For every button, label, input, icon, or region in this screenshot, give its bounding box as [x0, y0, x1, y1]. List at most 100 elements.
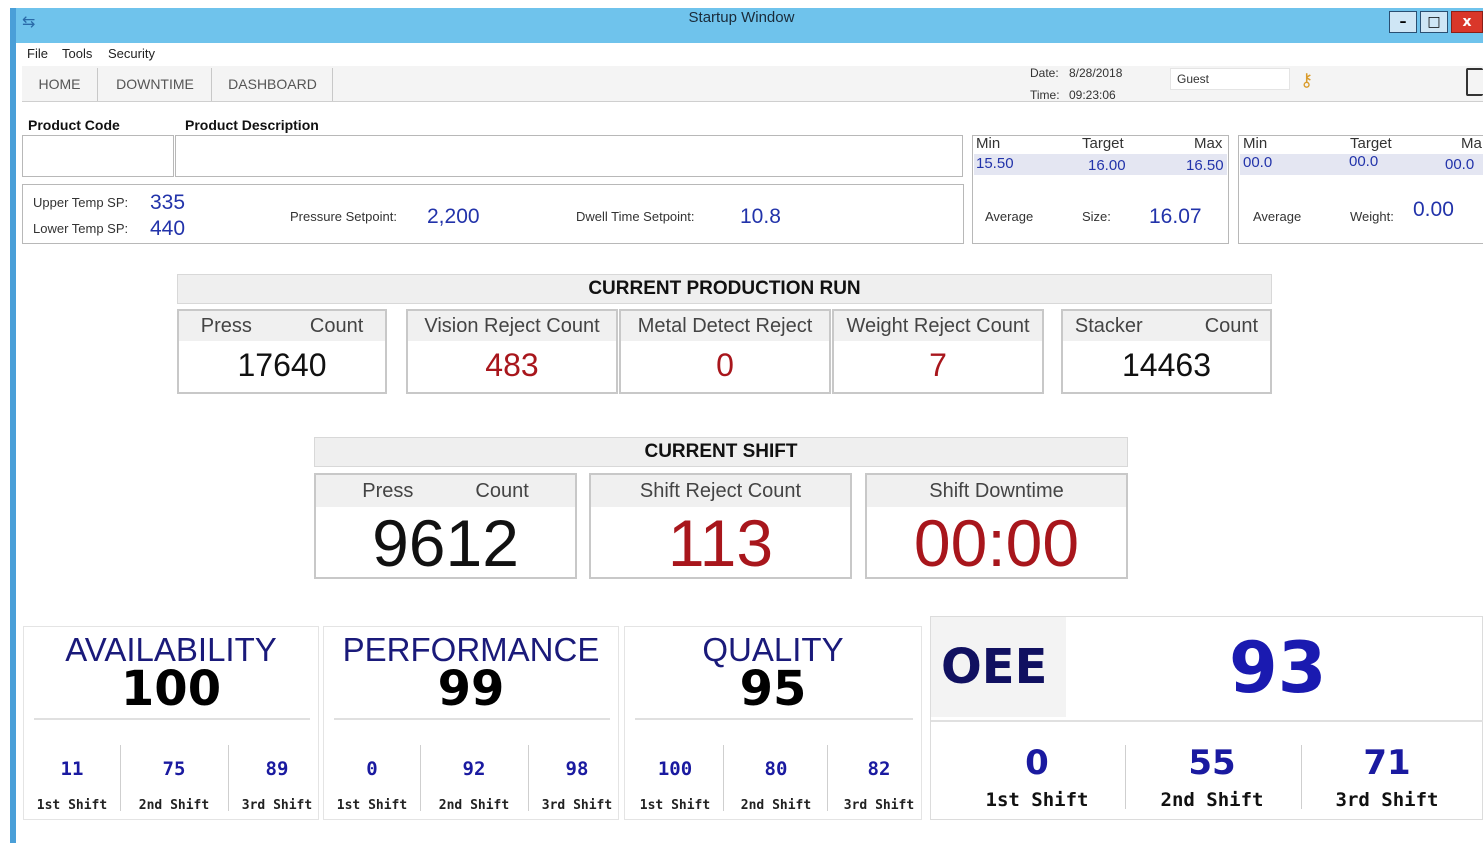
minimize-button[interactable]: – — [1389, 11, 1417, 33]
weight-max-label: Ma — [1461, 135, 1482, 152]
product-code-field[interactable] — [22, 135, 174, 177]
shift-reject-card: Shift Reject Count 113 — [589, 473, 852, 580]
performance-value: 99 — [437, 661, 505, 717]
user-field[interactable]: Guest — [1170, 68, 1290, 90]
close-button[interactable]: x — [1451, 11, 1483, 33]
size-average-value: 16.07 — [1149, 205, 1202, 228]
oee-shift-1: 0 1st Shift — [985, 743, 1089, 811]
divider — [420, 745, 421, 811]
performance-panel: PERFORMANCE 99 0 1st Shift 92 2nd Shift 98… — [323, 626, 619, 820]
quality-panel: QUALITY 95 100 1st Shift 80 2nd Shift 82 3r… — [624, 626, 922, 820]
weight-max-value: 00.0 — [1445, 156, 1475, 173]
availability-shift-3: 89 3rd Shift — [241, 758, 313, 813]
vision-reject-card: Vision Reject Count 483 — [406, 309, 618, 394]
weight-min-label: Min — [1243, 135, 1268, 152]
dwell-time-label: Dwell Time Setpoint: — [576, 209, 695, 224]
availability-shift-2: 75 2nd Shift — [138, 758, 210, 813]
weight-min-value: 00.0 — [1243, 154, 1273, 171]
shift-downtime-label: Shift Downtime — [867, 475, 1126, 507]
oee-title: OEE — [941, 639, 1048, 695]
weight-target-value: 00.0 — [1349, 153, 1379, 170]
stacker-count-label: Stacker Count — [1063, 311, 1270, 341]
metal-detect-value: 0 — [716, 347, 734, 383]
shift-downtime-card: Shift Downtime 00:00 — [865, 473, 1128, 580]
upper-temp-label: Upper Temp SP: — [33, 195, 129, 210]
divider — [723, 745, 724, 811]
size-max-value: 16.50 — [1186, 157, 1224, 174]
size-average-label: Average — [985, 209, 1034, 224]
shift-reject-label: Shift Reject Count — [591, 475, 850, 507]
oee-value: 93 — [1229, 627, 1327, 709]
metal-detect-card: Metal Detect Reject 0 — [619, 309, 831, 394]
shift-press-count-card: Press Count 9612 — [314, 473, 577, 580]
press-count-label: Press Count — [179, 311, 385, 341]
divider — [827, 745, 828, 811]
vision-reject-value: 483 — [485, 347, 539, 383]
performance-separator — [334, 718, 610, 720]
pressure-setpoint-value: 2,200 — [427, 205, 480, 228]
product-description-label: Product Description — [185, 117, 319, 133]
stacker-count-card: Stacker Count 14463 — [1061, 309, 1272, 394]
divider — [120, 745, 121, 811]
divider — [1301, 745, 1302, 809]
production-run-title: CURRENT PRODUCTION RUN — [177, 274, 1272, 304]
performance-shift-1: 0 1st Shift — [336, 758, 408, 813]
dwell-time-value: 10.8 — [740, 205, 781, 228]
menu-security[interactable]: Security — [108, 46, 155, 61]
lower-temp-label: Lower Temp SP: — [33, 221, 129, 236]
size-min-label: Min — [976, 135, 1001, 152]
tab-home[interactable]: HOME — [22, 68, 98, 101]
maximize-button[interactable]: □ — [1420, 11, 1448, 33]
upper-temp-value: 335 — [150, 191, 186, 214]
size-max-label: Max — [1194, 135, 1223, 152]
oee-panel: OEE 93 0 1st Shift 55 2nd Shift 71 3rd Shif… — [930, 616, 1483, 820]
vision-reject-label: Vision Reject Count — [408, 311, 616, 341]
quality-shift-1: 100 1st Shift — [639, 758, 711, 813]
menu-tools[interactable]: Tools — [62, 46, 92, 61]
time-label: Time: — [1030, 88, 1060, 102]
product-description-field[interactable] — [175, 135, 963, 177]
oee-separator — [931, 720, 1483, 722]
shift-reject-value: 113 — [667, 506, 774, 580]
performance-shift-2: 92 2nd Shift — [438, 758, 510, 813]
product-code-label: Product Code — [28, 117, 120, 133]
lower-temp-value: 440 — [150, 217, 186, 240]
menu-file[interactable]: File — [27, 46, 48, 61]
logout-icon[interactable] — [1466, 68, 1483, 96]
weight-average-value: 0.00 — [1413, 198, 1454, 221]
shift-downtime-value: 00:00 — [913, 506, 1080, 580]
size-target-value: 16.00 — [1088, 157, 1126, 174]
divider — [1125, 745, 1126, 809]
press-count-card: Press Count 17640 — [177, 309, 387, 394]
size-average-label-2: Size: — [1082, 209, 1111, 224]
weight-reject-value: 7 — [929, 347, 947, 383]
weight-target-label: Target — [1350, 135, 1392, 152]
quality-shift-3: 82 3rd Shift — [843, 758, 915, 813]
weight-reject-card: Weight Reject Count 7 — [832, 309, 1044, 394]
quality-value: 95 — [739, 661, 807, 717]
date-label: Date: — [1030, 66, 1059, 80]
availability-separator — [34, 718, 310, 720]
date-value: 8/28/2018 — [1069, 66, 1123, 80]
stacker-count-value: 14463 — [1122, 347, 1211, 383]
pressure-setpoint-label: Pressure Setpoint: — [290, 209, 397, 224]
press-count-value: 17640 — [237, 347, 327, 383]
shift-press-count-value: 9612 — [372, 506, 519, 580]
tab-dashboard[interactable]: DASHBOARD — [213, 68, 333, 101]
window-left-border — [10, 8, 16, 843]
window-title: Startup Window — [688, 9, 795, 26]
oee-shift-2: 55 2nd Shift — [1160, 743, 1264, 811]
tab-downtime[interactable]: DOWNTIME — [99, 68, 212, 101]
key-icon[interactable]: ⚷ — [1300, 70, 1322, 92]
metal-detect-label: Metal Detect Reject — [621, 311, 829, 341]
current-shift-title: CURRENT SHIFT — [314, 437, 1128, 467]
availability-panel: AVAILABILITY 100 11 1st Shift 75 2nd Shift… — [23, 626, 319, 820]
size-target-label: Target — [1082, 135, 1124, 152]
weight-average-label-2: Weight: — [1350, 209, 1394, 224]
weight-reject-label: Weight Reject Count — [834, 311, 1042, 341]
quality-shift-2: 80 2nd Shift — [740, 758, 812, 813]
size-min-value: 15.50 — [976, 155, 1014, 172]
shift-press-count-label: Press Count — [316, 475, 575, 507]
oee-shift-3: 71 3rd Shift — [1335, 743, 1439, 811]
performance-shift-3: 98 3rd Shift — [541, 758, 613, 813]
